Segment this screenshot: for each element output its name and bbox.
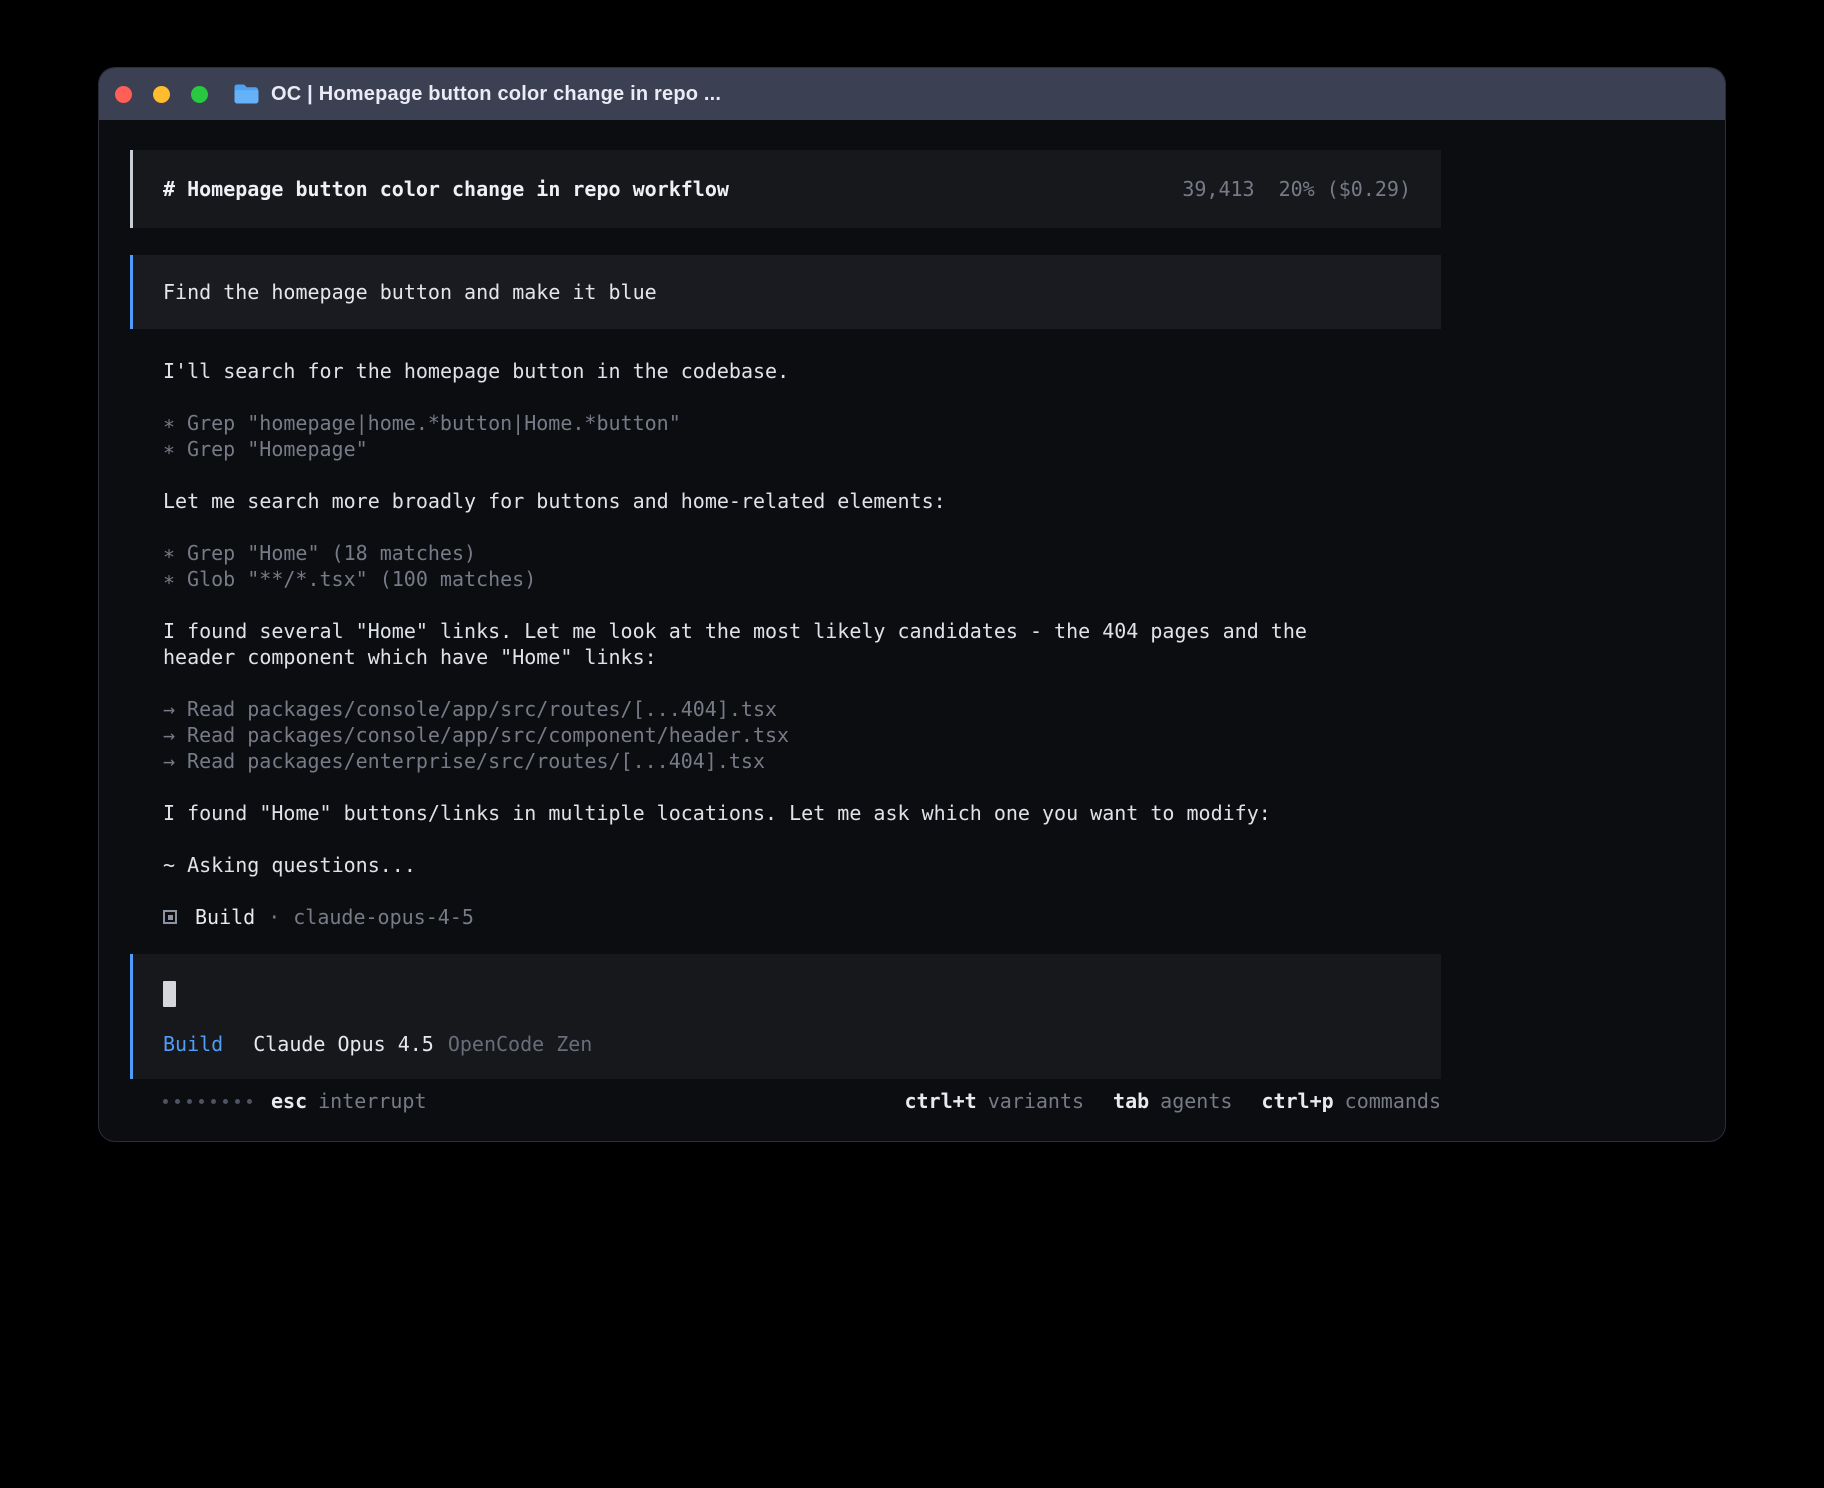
- context-percent: 20%: [1279, 176, 1315, 202]
- shortcut-key: ctrl+p: [1261, 1088, 1333, 1114]
- spinner-dot: [163, 1099, 168, 1104]
- session-stats: 39,413 20% ($0.29): [1182, 176, 1411, 202]
- window-title: OC | Homepage button color change in rep…: [271, 83, 721, 106]
- tool-call-line: ∗ Grep "Homepage": [163, 436, 1441, 462]
- assistant-text-line: Let me search more broadly for buttons a…: [163, 488, 1378, 514]
- footer-shortcuts: ctrl+t variants tab agents ctrl+p comman…: [904, 1088, 1441, 1114]
- tool-arrow-icon: →: [163, 696, 175, 722]
- user-message-text: Find the homepage button and make it blu…: [163, 279, 657, 305]
- blank-line: [163, 774, 1441, 800]
- blank-line: [163, 462, 1441, 488]
- tool-asterisk-icon: ∗: [163, 540, 175, 566]
- input-provider-label: OpenCode Zen: [448, 1031, 593, 1057]
- tool-call-text: Read packages/console/app/src/routes/[..…: [187, 697, 777, 721]
- blank-line: [163, 592, 1441, 618]
- spinner-dot: [175, 1099, 180, 1104]
- assistant-text-line: I found several "Home" links. Let me loo…: [163, 618, 1378, 670]
- traffic-lights: [115, 86, 208, 103]
- status-bar: esc interrupt ctrl+t variants tab agents…: [130, 1088, 1441, 1114]
- blank-line: [163, 384, 1441, 410]
- shortcut-key: tab: [1113, 1088, 1149, 1114]
- tool-call-line: → Read packages/console/app/src/routes/[.…: [163, 696, 1441, 722]
- session-title: # Homepage button color change in repo w…: [163, 176, 729, 202]
- folder-icon: [233, 83, 260, 105]
- tool-asterisk-icon: ∗: [163, 436, 175, 462]
- tool-call-text: Read packages/console/app/src/component/…: [187, 723, 789, 747]
- tool-arrow-icon: →: [163, 722, 175, 748]
- build-agent-icon: [163, 910, 177, 924]
- shortcut-commands: ctrl+p commands: [1261, 1088, 1441, 1114]
- agent-status-row: Build · claude-opus-4-5: [130, 904, 1441, 930]
- tool-call-text: Read packages/enterprise/src/routes/[...…: [187, 749, 765, 773]
- tool-call-text: Glob "**/*.tsx" (100 matches): [187, 567, 536, 591]
- shortcut-label: agents: [1160, 1088, 1232, 1114]
- tool-arrow-icon: →: [163, 748, 175, 774]
- session-header: # Homepage button color change in repo w…: [130, 150, 1441, 228]
- tool-call-text: Grep "Homepage": [187, 437, 368, 461]
- assistant-text-line: I'll search for the homepage button in t…: [163, 358, 1378, 384]
- tool-call-line: → Read packages/enterprise/src/routes/[..…: [163, 748, 1441, 774]
- text-cursor: [163, 981, 176, 1007]
- blank-line: [163, 514, 1441, 540]
- input-status-line: Build Claude Opus 4.5 OpenCode Zen: [163, 1031, 1411, 1057]
- esc-key-label: esc: [271, 1088, 307, 1114]
- spinner-dot: [235, 1099, 240, 1104]
- agent-separator: ·: [268, 904, 280, 930]
- input-agent-label: Build: [163, 1031, 223, 1057]
- assistant-text-line: I found "Home" buttons/links in multiple…: [163, 800, 1378, 826]
- shortcut-agents: tab agents: [1113, 1088, 1232, 1114]
- close-button[interactable]: [115, 86, 132, 103]
- titlebar-title-group: OC | Homepage button color change in rep…: [233, 83, 721, 106]
- input-cursor-row: [163, 981, 1411, 1013]
- window-titlebar[interactable]: OC | Homepage button color change in rep…: [99, 68, 1725, 120]
- agent-name: Build: [195, 904, 255, 930]
- blank-line: [163, 826, 1441, 852]
- assistant-text-line: ~ Asking questions...: [163, 852, 1378, 878]
- token-count: 39,413: [1182, 176, 1254, 202]
- terminal-content: # Homepage button color change in repo w…: [99, 120, 1725, 1114]
- user-message: Find the homepage button and make it blu…: [130, 255, 1441, 329]
- tool-call-line: ∗ Grep "homepage|home.*button|Home.*butto…: [163, 410, 1441, 436]
- conversation: I'll search for the homepage button in t…: [130, 358, 1441, 878]
- spinner-dot: [247, 1099, 252, 1104]
- status-bar-left: esc interrupt: [130, 1088, 427, 1114]
- shortcut-variants: ctrl+t variants: [904, 1088, 1084, 1114]
- tool-call-line: ∗ Glob "**/*.tsx" (100 matches): [163, 566, 1441, 592]
- spinner-dot: [223, 1099, 228, 1104]
- tool-asterisk-icon: ∗: [163, 566, 175, 592]
- agent-model: claude-opus-4-5: [293, 904, 474, 930]
- spinner-dot: [199, 1099, 204, 1104]
- desktop: { "window": { "title": "OC | Homepage bu…: [0, 0, 1824, 1488]
- session-cost: ($0.29): [1327, 176, 1411, 202]
- tool-call-text: Grep "Home" (18 matches): [187, 541, 476, 565]
- esc-action-label: interrupt: [318, 1088, 426, 1114]
- spinner-dot: [211, 1099, 216, 1104]
- input-model-label: Claude Opus 4.5: [253, 1031, 434, 1057]
- shortcut-key: ctrl+t: [904, 1088, 976, 1114]
- terminal-window: OC | Homepage button color change in rep…: [99, 68, 1725, 1141]
- tool-call-line: → Read packages/console/app/src/component…: [163, 722, 1441, 748]
- shortcut-label: commands: [1345, 1088, 1441, 1114]
- tool-call-text: Grep "homepage|home.*button|Home.*button…: [187, 411, 681, 435]
- tool-asterisk-icon: ∗: [163, 410, 175, 436]
- spinner-dot: [187, 1099, 192, 1104]
- tool-call-line: ∗ Grep "Home" (18 matches): [163, 540, 1441, 566]
- shortcut-interrupt: esc interrupt: [271, 1088, 427, 1114]
- message-input[interactable]: Build Claude Opus 4.5 OpenCode Zen: [130, 954, 1441, 1079]
- spinner-dots: [163, 1099, 252, 1104]
- blank-line: [163, 670, 1441, 696]
- minimize-button[interactable]: [153, 86, 170, 103]
- zoom-button[interactable]: [191, 86, 208, 103]
- shortcut-label: variants: [988, 1088, 1084, 1114]
